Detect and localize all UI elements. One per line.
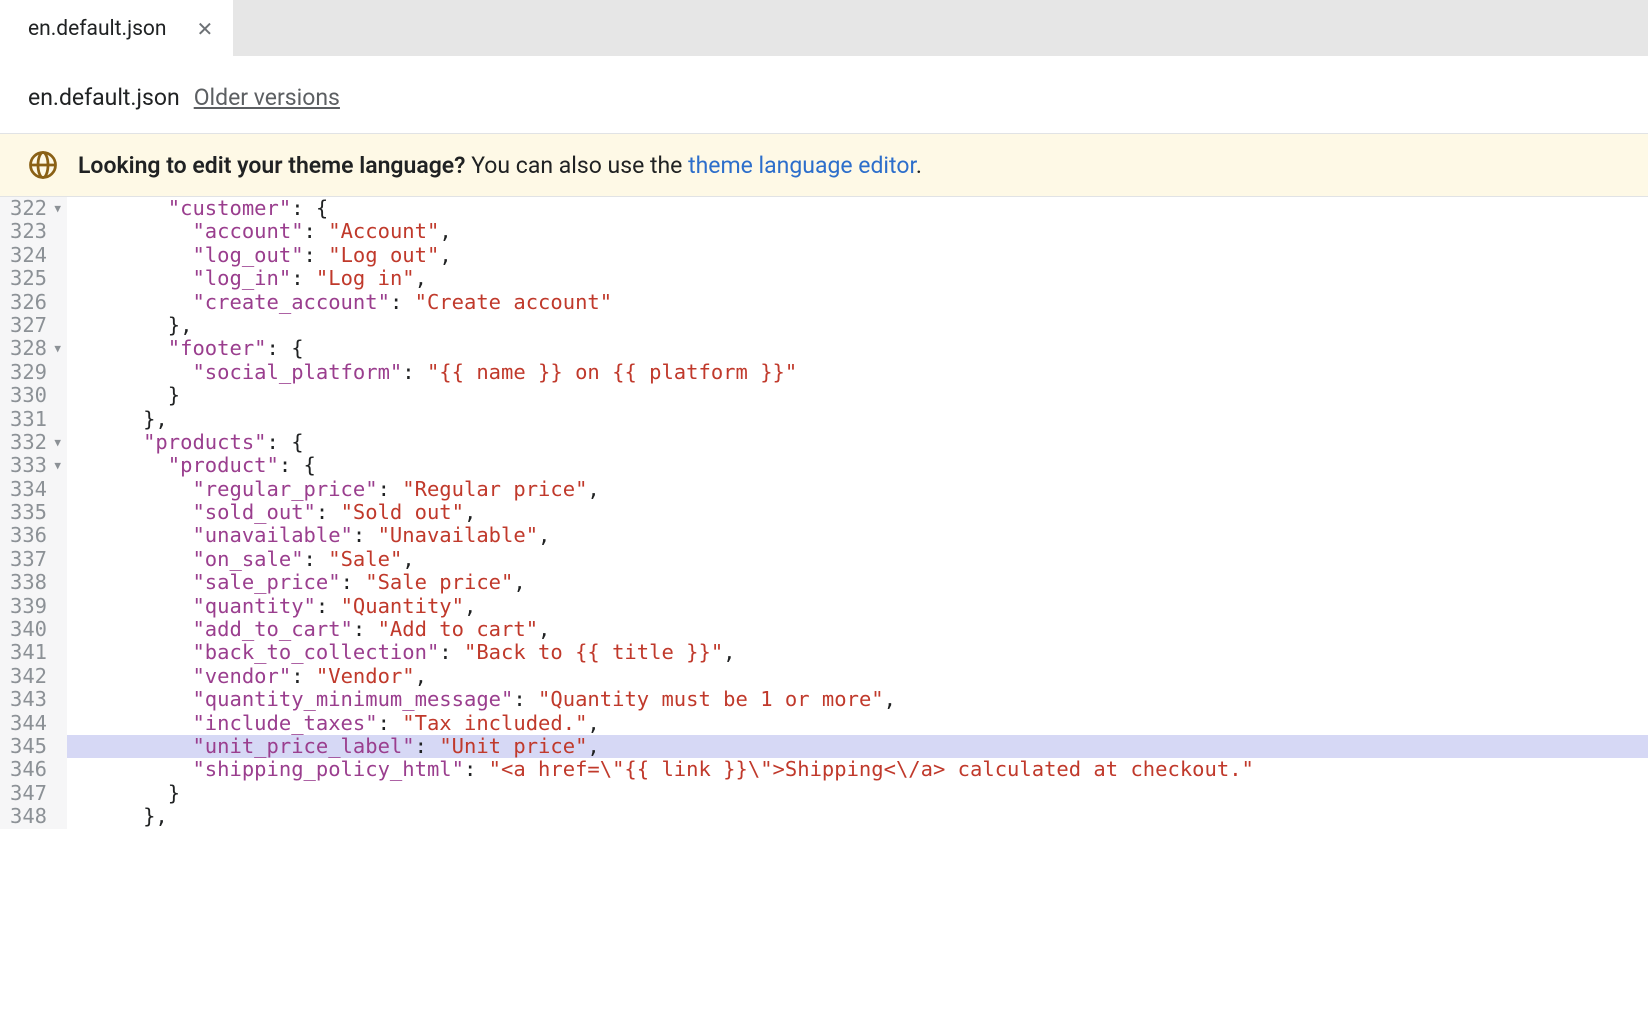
code-line[interactable]: "regular_price": "Regular price", [67, 478, 1648, 501]
line-number: 328▼ [10, 337, 61, 360]
line-number: 324 [10, 244, 61, 267]
code-line[interactable]: "log_in": "Log in", [67, 267, 1648, 290]
line-number: 346 [10, 758, 61, 781]
code-line[interactable]: "sale_price": "Sale price", [67, 571, 1648, 594]
line-number: 339 [10, 595, 61, 618]
code-line[interactable]: "on_sale": "Sale", [67, 548, 1648, 571]
fold-arrow-icon[interactable]: ▼ [50, 454, 61, 477]
code-line[interactable]: "back_to_collection": "Back to {{ title … [67, 641, 1648, 664]
banner-rest: You can also use the [465, 152, 688, 179]
line-number: 344 [10, 712, 61, 735]
code-line[interactable]: "create_account": "Create account" [67, 291, 1648, 314]
code-line[interactable]: "quantity_minimum_message": "Quantity mu… [67, 688, 1648, 711]
code-line[interactable]: "product": { [67, 454, 1648, 477]
banner-bold: Looking to edit your theme language? [78, 152, 465, 179]
line-number: 332▼ [10, 431, 61, 454]
line-number: 338 [10, 571, 61, 594]
code-line[interactable]: "unit_price_label": "Unit price", [67, 735, 1648, 758]
close-icon[interactable]: ✕ [197, 17, 214, 41]
line-number: 325 [10, 267, 61, 290]
file-title: en.default.json [28, 84, 180, 111]
code-line[interactable]: }, [67, 314, 1648, 337]
code-line[interactable]: } [67, 384, 1648, 407]
line-number: 322▼ [10, 197, 61, 220]
line-number: 326 [10, 291, 61, 314]
line-number: 336 [10, 524, 61, 547]
code-line[interactable]: "social_platform": "{{ name }} on {{ pla… [67, 361, 1648, 384]
line-number: 340 [10, 618, 61, 641]
code-line[interactable]: }, [67, 408, 1648, 431]
code-line[interactable]: "customer": { [67, 197, 1648, 220]
line-number-gutter: 322▼323324325326327328▼329330331332▼333▼… [0, 197, 67, 829]
code-line[interactable]: "vendor": "Vendor", [67, 665, 1648, 688]
code-line[interactable]: "products": { [67, 431, 1648, 454]
code-line[interactable]: "log_out": "Log out", [67, 244, 1648, 267]
info-banner: Looking to edit your theme language? You… [0, 134, 1648, 197]
line-number: 347 [10, 782, 61, 805]
older-versions-link[interactable]: Older versions [194, 84, 340, 111]
line-number: 331 [10, 408, 61, 431]
fold-arrow-icon[interactable]: ▼ [50, 337, 61, 360]
file-subheader: en.default.json Older versions [0, 56, 1648, 134]
code-line[interactable]: "account": "Account", [67, 220, 1648, 243]
line-number: 334 [10, 478, 61, 501]
code-line[interactable]: } [67, 782, 1648, 805]
code-area[interactable]: "customer": { "account": "Account", "log… [67, 197, 1648, 829]
globe-icon [28, 150, 58, 180]
banner-period: . [916, 152, 922, 179]
tab-bar: en.default.json ✕ [0, 0, 1648, 56]
code-line[interactable]: "unavailable": "Unavailable", [67, 524, 1648, 547]
line-number: 348 [10, 805, 61, 828]
line-number: 327 [10, 314, 61, 337]
code-line[interactable]: "sold_out": "Sold out", [67, 501, 1648, 524]
line-number: 345 [10, 735, 61, 758]
tab-file[interactable]: en.default.json ✕ [0, 0, 233, 56]
code-line[interactable]: "include_taxes": "Tax included.", [67, 712, 1648, 735]
line-number: 342 [10, 665, 61, 688]
line-number: 335 [10, 501, 61, 524]
tab-label: en.default.json [28, 17, 167, 41]
line-number: 341 [10, 641, 61, 664]
line-number: 330 [10, 384, 61, 407]
line-number: 343 [10, 688, 61, 711]
line-number: 337 [10, 548, 61, 571]
code-line[interactable]: "shipping_policy_html": "<a href=\"{{ li… [67, 758, 1648, 781]
theme-language-editor-link[interactable]: theme language editor [688, 152, 916, 179]
fold-arrow-icon[interactable]: ▼ [50, 197, 61, 220]
code-editor[interactable]: 322▼323324325326327328▼329330331332▼333▼… [0, 197, 1648, 829]
banner-text: Looking to edit your theme language? You… [78, 152, 922, 179]
code-line[interactable]: }, [67, 805, 1648, 828]
code-line[interactable]: "footer": { [67, 337, 1648, 360]
code-line[interactable]: "add_to_cart": "Add to cart", [67, 618, 1648, 641]
line-number: 333▼ [10, 454, 61, 477]
code-line[interactable]: "quantity": "Quantity", [67, 595, 1648, 618]
line-number: 323 [10, 220, 61, 243]
fold-arrow-icon[interactable]: ▼ [50, 431, 61, 454]
line-number: 329 [10, 361, 61, 384]
